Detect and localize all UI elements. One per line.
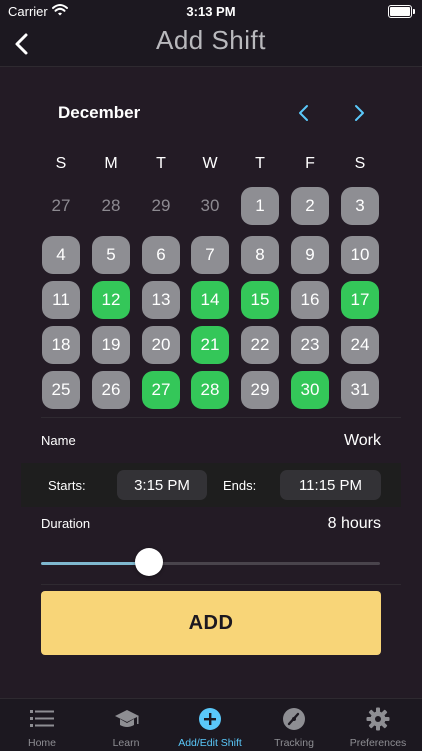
calendar-day[interactable]: 8 [241, 236, 279, 274]
calendar-day[interactable]: 10 [341, 236, 379, 274]
duration-slider-track[interactable] [149, 562, 380, 565]
weekday-header: S [354, 155, 366, 172]
time-range-row: Starts: 3:15 PM Ends: 11:15 PM [21, 463, 401, 507]
name-label: Name [41, 433, 76, 448]
end-time-picker[interactable]: 11:15 PM [280, 470, 381, 500]
name-value[interactable]: Work [344, 432, 381, 450]
calendar-day-shift[interactable]: 30 [291, 371, 329, 409]
calendar-day-shift[interactable]: 28 [191, 371, 229, 409]
duration-value: 8 hours [327, 515, 381, 532]
tab-label: Learn [112, 737, 140, 749]
month-label: December [58, 103, 141, 122]
calendar-day-shift[interactable]: 21 [191, 326, 229, 364]
weekday-header: S [55, 155, 67, 172]
tab-home[interactable]: Home [0, 699, 84, 751]
starts-label: Starts: [48, 478, 86, 493]
calendar-day[interactable]: 29 [241, 371, 279, 409]
weekday-header: F [305, 155, 315, 172]
calendar-day-shift[interactable]: 27 [142, 371, 180, 409]
calendar-day[interactable]: 19 [92, 326, 130, 364]
previous-month-icon[interactable] [296, 104, 312, 122]
calendar-day[interactable]: 5 [92, 236, 130, 274]
calendar-day[interactable]: 11 [42, 281, 80, 319]
weekday-header: M [104, 155, 118, 172]
divider [41, 584, 401, 585]
gear-icon [366, 707, 390, 731]
calendar-day-shift[interactable]: 12 [92, 281, 130, 319]
calendar-day-outside-month: 29 [151, 196, 171, 215]
calendar-day[interactable]: 13 [142, 281, 180, 319]
tab-preferences[interactable]: Preferences [336, 699, 420, 751]
duration-label: Duration [41, 516, 91, 531]
plus-circle-icon [199, 708, 221, 730]
weekday-header: W [202, 155, 218, 172]
calendar-day[interactable]: 2 [291, 187, 329, 225]
tab-tracking[interactable]: Tracking [252, 699, 336, 751]
next-month-icon[interactable] [351, 104, 367, 122]
calendar-day[interactable]: 4 [42, 236, 80, 274]
weekday-header: T [255, 155, 265, 172]
tab-bar: Home Learn Add/Edit Shift Tracking Prefe… [0, 698, 422, 751]
status-bar: Carrier 3:13 PM [0, 0, 422, 22]
tab-add-edit-shift[interactable]: Add/Edit Shift [168, 699, 252, 751]
duration-slider-fill [41, 562, 150, 565]
calendar-day[interactable]: 7 [191, 236, 229, 274]
divider [41, 417, 401, 418]
gauge-icon [283, 708, 305, 730]
calendar-day-shift[interactable]: 15 [241, 281, 279, 319]
navigation-bar: Add Shift [0, 22, 422, 67]
calendar-day[interactable]: 6 [142, 236, 180, 274]
calendar-day[interactable]: 3 [341, 187, 379, 225]
calendar-day[interactable]: 31 [341, 371, 379, 409]
calendar-day[interactable]: 1 [241, 187, 279, 225]
calendar-day[interactable]: 25 [42, 371, 80, 409]
calendar-day-shift[interactable]: 17 [341, 281, 379, 319]
calendar-day[interactable]: 16 [291, 281, 329, 319]
start-time-picker[interactable]: 3:15 PM [117, 470, 207, 500]
calendar-day[interactable]: 20 [142, 326, 180, 364]
calendar-day[interactable]: 9 [291, 236, 329, 274]
tab-label: Add/Edit Shift [178, 737, 242, 749]
duration-slider-thumb[interactable] [135, 548, 164, 576]
ends-label: Ends: [223, 478, 257, 493]
weekday-header: T [156, 155, 166, 172]
calendar-day-outside-month: 30 [200, 196, 220, 215]
calendar-day-shift[interactable]: 14 [191, 281, 229, 319]
tab-learn[interactable]: Learn [84, 699, 168, 751]
tab-label: Home [27, 737, 56, 749]
add-button[interactable]: ADD [41, 591, 381, 655]
tab-label: Preferences [349, 737, 407, 749]
calendar-day[interactable]: 24 [341, 326, 379, 364]
list-icon [30, 710, 54, 727]
calendar-day[interactable]: 26 [92, 371, 130, 409]
calendar-day[interactable]: 22 [241, 326, 279, 364]
battery-icon [388, 5, 415, 18]
tab-label: Tracking [274, 737, 314, 749]
calendar-day-outside-month: 27 [51, 196, 71, 215]
calendar-day[interactable]: 23 [291, 326, 329, 364]
status-time: 3:13 PM [186, 4, 236, 19]
page-title: Add Shift [155, 25, 266, 55]
graduation-cap-icon [115, 710, 139, 727]
calendar-day[interactable]: 18 [42, 326, 80, 364]
calendar-day-outside-month: 28 [101, 196, 121, 215]
